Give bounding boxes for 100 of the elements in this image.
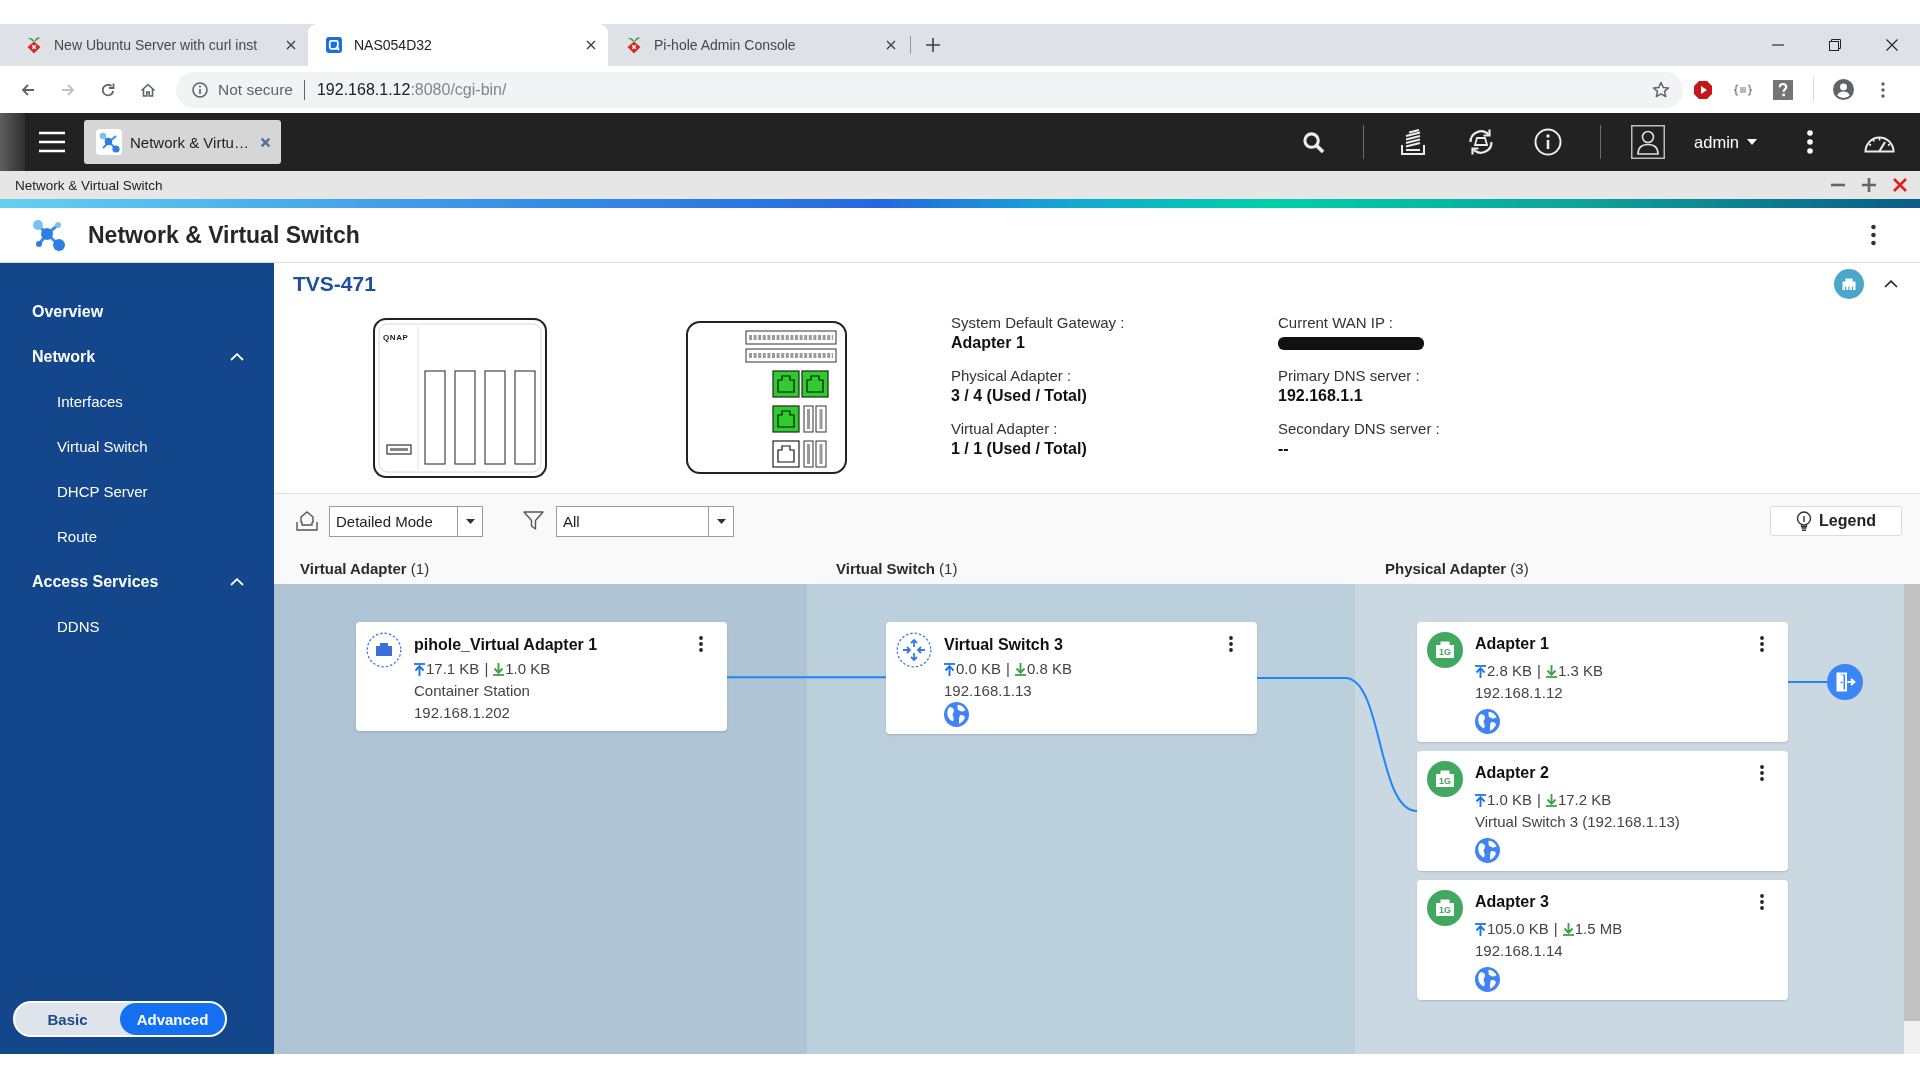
mode-option[interactable]: Advanced xyxy=(120,1003,225,1035)
view-mode-select[interactable]: Detailed Mode xyxy=(329,506,483,537)
download-rate: 1.0 KB xyxy=(505,659,551,679)
nav-section[interactable]: Access Services xyxy=(0,559,274,604)
lane-title: Virtual Adapter (1) xyxy=(300,560,430,577)
caret-icon xyxy=(716,519,726,524)
braces-icon[interactable] xyxy=(1733,83,1753,96)
network-icon xyxy=(30,217,66,253)
tray-icon[interactable] xyxy=(296,511,318,531)
nav-item[interactable]: Virtual Switch xyxy=(0,424,274,469)
filter-select[interactable]: All xyxy=(556,506,734,537)
rate-separator: | xyxy=(1537,661,1541,681)
close-icon[interactable] xyxy=(586,40,596,50)
user-menu[interactable]: admin xyxy=(1694,132,1757,152)
upload-rate: 0.0 KB xyxy=(956,659,1002,679)
device-model: TVS-471 xyxy=(293,272,376,296)
security-label: Not secure xyxy=(218,80,293,99)
nav-section[interactable]: Network xyxy=(0,334,274,379)
rate-separator: | xyxy=(1537,790,1541,810)
node-name: Adapter 2 xyxy=(1475,763,1549,783)
download-icon xyxy=(493,662,505,676)
node-name: Adapter 1 xyxy=(1475,634,1549,654)
legend-button[interactable]: Legend xyxy=(1770,506,1902,536)
menu-icon[interactable] xyxy=(1881,81,1885,98)
download-rate: 1.5 MB xyxy=(1574,919,1623,939)
berry-icon xyxy=(626,36,642,54)
nav-item[interactable]: Route xyxy=(0,514,274,559)
more-icon[interactable] xyxy=(1760,636,1764,652)
nav-section[interactable]: Overview xyxy=(0,289,274,334)
detail-text: 192.168.1.14 xyxy=(1475,941,1563,961)
mode-option[interactable]: Basic xyxy=(15,1003,120,1035)
info-value: 192.168.1.1 xyxy=(1278,386,1363,406)
speed-label: 1G xyxy=(1438,905,1452,915)
collapse-icon[interactable] xyxy=(1884,280,1898,288)
stop-icon[interactable] xyxy=(1693,79,1713,100)
node-name: Adapter 3 xyxy=(1475,892,1549,912)
more-icon[interactable] xyxy=(1760,765,1764,781)
ethernet-icon xyxy=(1427,761,1463,797)
globe-icon[interactable] xyxy=(1475,967,1500,992)
speed-label: 1G xyxy=(1438,776,1452,786)
node-name: Virtual Switch 3 xyxy=(944,635,1063,655)
lane-title: Physical Adapter (3) xyxy=(1385,560,1529,577)
address-bar[interactable]: Not secure 192.168.1.12:8080/cgi-bin/ xyxy=(176,71,1683,108)
info-value: Adapter 1 xyxy=(951,333,1025,353)
lane-title: Virtual Switch (1) xyxy=(836,560,958,577)
more-icon[interactable] xyxy=(1229,636,1233,652)
app-tab[interactable]: Network & Virtu… xyxy=(84,120,281,164)
reload-icon[interactable] xyxy=(100,81,116,98)
exit-icon[interactable] xyxy=(1827,664,1863,700)
mode-toggle[interactable]: Basic Advanced xyxy=(13,1001,227,1037)
download-rate: 0.8 KB xyxy=(1026,659,1072,679)
detail-text: 192.168.1.12 xyxy=(1475,683,1563,703)
edge-panel xyxy=(0,113,25,171)
globe-icon[interactable] xyxy=(944,702,969,727)
info-label: Primary DNS server : xyxy=(1278,366,1420,386)
help-icon[interactable] xyxy=(1773,79,1793,100)
info-label: System Default Gateway : xyxy=(951,313,1125,333)
more-icon[interactable] xyxy=(699,636,703,652)
upload-icon xyxy=(1475,922,1486,936)
rate-separator: | xyxy=(1006,659,1010,679)
download-rate: 1.3 KB xyxy=(1557,661,1603,681)
nav-item[interactable]: DDNS xyxy=(0,604,274,649)
more-icon[interactable] xyxy=(1760,894,1764,910)
globe-icon[interactable] xyxy=(1475,709,1500,734)
nav-item[interactable]: Interfaces xyxy=(0,379,274,424)
close-icon[interactable] xyxy=(1885,39,1898,51)
window-title: Network & Virtual Switch xyxy=(15,177,163,193)
globe-icon[interactable] xyxy=(1475,838,1500,863)
maximize-icon[interactable] xyxy=(1862,178,1876,192)
account-icon[interactable] xyxy=(1832,79,1854,100)
node-name: pihole_Virtual Adapter 1 xyxy=(414,635,598,655)
nav-item[interactable]: DHCP Server xyxy=(0,469,274,514)
menu-icon[interactable] xyxy=(38,131,66,153)
network-port-icon[interactable] xyxy=(1834,269,1864,299)
download-rate: 17.2 KB xyxy=(1557,790,1612,810)
logo-text: QNAP xyxy=(383,333,409,342)
caret-icon xyxy=(1747,139,1757,145)
url-text: 192.168.1.12:8080/cgi-bin/ xyxy=(316,80,507,99)
upload-icon xyxy=(1475,664,1486,678)
stack-icon[interactable] xyxy=(1400,128,1427,156)
download-icon xyxy=(1545,664,1557,678)
more-icon[interactable] xyxy=(1871,224,1876,246)
browser-tab[interactable]: Pi-hole Admin Console xyxy=(608,24,908,66)
browser-tab[interactable]: New Ubuntu Server with curl inst xyxy=(8,24,308,66)
info-label: Physical Adapter : xyxy=(951,366,1072,386)
close-icon[interactable] xyxy=(886,40,896,50)
filter-icon[interactable] xyxy=(523,511,544,531)
rate-separator: | xyxy=(484,659,489,679)
back-icon[interactable] xyxy=(20,81,36,98)
new-tab-icon[interactable] xyxy=(926,38,940,52)
close-icon[interactable] xyxy=(286,40,296,50)
user-icon[interactable] xyxy=(1631,125,1666,159)
download-icon xyxy=(1562,922,1574,936)
browser-tab[interactable]: NAS054D32 xyxy=(308,24,608,66)
restore-icon[interactable] xyxy=(1828,39,1841,51)
home-icon[interactable] xyxy=(140,81,156,98)
info-value: 3 / 4 (Used / Total) xyxy=(951,386,1087,406)
search-icon[interactable] xyxy=(1302,130,1326,154)
more-icon[interactable] xyxy=(1807,130,1813,154)
star-icon[interactable] xyxy=(1652,80,1670,99)
